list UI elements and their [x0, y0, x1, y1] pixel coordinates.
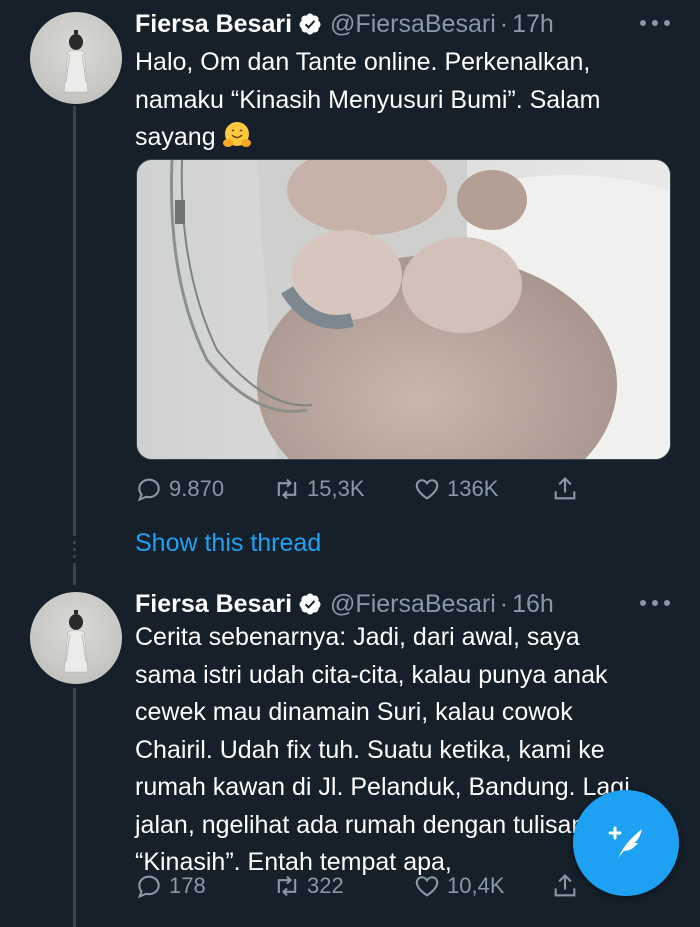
author-name[interactable]: Fiersa Besari [135, 590, 292, 619]
reply-count: 178 [169, 873, 206, 898]
author-handle[interactable]: @FiersaBesari [330, 10, 496, 39]
like-count: 10,4K [447, 873, 505, 898]
retweet-button[interactable]: 15,3K [273, 471, 365, 507]
share-icon [554, 477, 576, 500]
share-button[interactable] [551, 868, 585, 904]
more-icon[interactable] [640, 18, 670, 28]
share-icon [554, 874, 576, 897]
separator-dot: · [499, 589, 509, 618]
thread-line-bottom [73, 688, 76, 927]
thread-line-middle [73, 563, 76, 585]
avatar[interactable] [30, 592, 122, 684]
like-button[interactable]: 136K [413, 471, 498, 507]
author-handle[interactable]: @FiersaBesari [330, 590, 496, 619]
tweet-text-line: rumah kawan di Jl. Pelanduk, Bandung. La… [135, 773, 630, 801]
avatar[interactable] [30, 12, 122, 104]
tweet-actions: 9.870 15,3K 136K [135, 471, 595, 507]
reply-button[interactable]: 9.870 [135, 471, 224, 507]
retweet-button[interactable]: 322 [273, 868, 344, 904]
like-button[interactable]: 10,4K [413, 868, 505, 904]
tweet-time[interactable]: 16h [512, 590, 554, 619]
thread-dots [73, 541, 76, 561]
reply-icon [137, 478, 160, 502]
tweet-text-line: Halo, Om dan Tante online. Perkenalkan, [135, 48, 591, 76]
compose-tweet-button[interactable] [573, 790, 679, 896]
retweet-icon [277, 875, 297, 897]
share-button[interactable] [551, 471, 585, 507]
tweet-photo[interactable] [136, 159, 671, 460]
tweet-text-line: cewek mau dinamain Suri, kalau cowok [135, 698, 573, 726]
like-count: 136K [447, 476, 499, 501]
show-thread-link[interactable]: Show this thread [135, 529, 321, 558]
like-icon [415, 876, 439, 897]
tweet-text-line: namaku “Kinasih Menyusuri Bumi”. Salam [135, 85, 601, 114]
tweet-text-line: sayang [135, 119, 655, 157]
compose-tweet-icon [608, 826, 642, 859]
verified-icon [299, 593, 321, 615]
tweet-time[interactable]: 17h [512, 10, 554, 39]
more-icon[interactable] [640, 598, 670, 608]
tweet-text-last: sayang [135, 123, 216, 151]
hugging-face-emoji [222, 122, 251, 147]
author-name[interactable]: Fiersa Besari [135, 10, 292, 39]
tweet-text: Halo, Om dan Tante online. Perkenalkan, … [135, 44, 655, 157]
tweet-header: Fiersa Besari @FiersaBesari · 17h [135, 7, 554, 41]
reply-button[interactable]: 178 [135, 868, 206, 904]
retweet-count: 322 [307, 873, 344, 898]
thread-line-top [73, 106, 76, 536]
tweet-text-line: Chairil. Udah fix tuh. Suatu ketika, kam… [135, 735, 605, 764]
reply-count: 9.870 [169, 476, 225, 501]
retweet-icon [277, 478, 297, 500]
tweet-header: Fiersa Besari @FiersaBesari · 16h [135, 587, 554, 621]
separator-dot: · [499, 9, 509, 38]
verified-icon [299, 13, 321, 35]
tweet-text-line: Cerita sebenarnya: Jadi, dari awal, saya [135, 623, 580, 651]
tweet-actions: 178 322 10,4K [135, 868, 595, 904]
tweet-text-line: sama istri udah cita-cita, kalau punya a… [135, 660, 608, 689]
reply-icon [137, 875, 160, 899]
retweet-count: 15,3K [307, 476, 365, 501]
like-icon [415, 479, 439, 500]
